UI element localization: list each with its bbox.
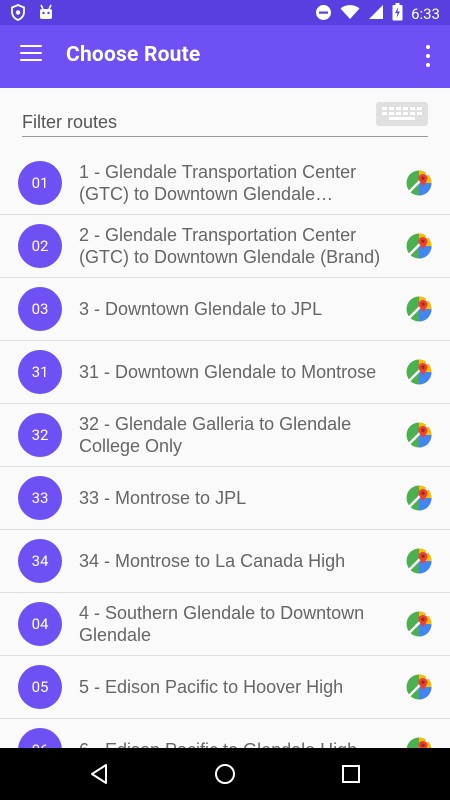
route-row[interactable]: 06 6 - Edison Pacific to Glendale High [0, 719, 450, 748]
google-maps-icon[interactable] [406, 548, 432, 574]
route-row[interactable]: 34 34 - Montrose to La Canada High [0, 530, 450, 593]
more-vert-icon[interactable] [424, 45, 432, 67]
route-label: 4 - Southern Glendale to Downtown Glenda… [79, 603, 365, 645]
wifi-icon [340, 4, 360, 24]
route-number-badge: 31 [18, 350, 62, 394]
google-maps-icon[interactable] [406, 674, 432, 700]
route-row[interactable]: 31 31 - Downtown Glendale to Montrose [0, 341, 450, 404]
status-time: 6:33 [411, 5, 440, 23]
route-label: 31 - Downtown Glendale to Montrose [79, 362, 377, 382]
filter-underline [22, 136, 428, 137]
route-number-badge: 04 [18, 602, 62, 646]
route-label: 5 - Edison Pacific to Hoover High [79, 677, 344, 697]
route-row[interactable]: 33 33 - Montrose to JPL [0, 467, 450, 530]
route-label: 2 - Glendale Transportation Center (GTC)… [79, 225, 381, 267]
route-number-badge: 06 [18, 728, 62, 748]
route-row[interactable]: 01 1 - Glendale Transportation Center (G… [0, 152, 450, 215]
route-label: 3 - Downtown Glendale to JPL [79, 299, 323, 319]
system-nav-bar [0, 748, 450, 800]
google-maps-icon[interactable] [406, 737, 432, 748]
route-list: 01 1 - Glendale Transportation Center (G… [0, 152, 450, 748]
recents-icon[interactable] [339, 762, 363, 786]
route-label: 6 - Edison Pacific to Glendale High [79, 739, 389, 748]
google-maps-icon[interactable] [406, 611, 432, 637]
route-label: 34 - Montrose to La Canada High [79, 551, 346, 571]
app-bar: Choose Route [0, 25, 450, 88]
google-maps-icon[interactable] [406, 296, 432, 322]
route-row[interactable]: 02 2 - Glendale Transportation Center (G… [0, 215, 450, 278]
google-maps-icon[interactable] [406, 422, 432, 448]
route-row[interactable]: 03 3 - Downtown Glendale to JPL [0, 278, 450, 341]
route-row[interactable]: 32 32 - Glendale Galleria to Glendale Co… [0, 404, 450, 467]
shield-notification-icon [10, 4, 26, 25]
google-maps-icon[interactable] [406, 233, 432, 259]
route-number-badge: 05 [18, 665, 62, 709]
google-maps-icon[interactable] [406, 485, 432, 511]
filter-routes-input[interactable] [22, 108, 372, 136]
route-number-badge: 33 [18, 476, 62, 520]
do-not-disturb-icon [315, 4, 332, 25]
android-notification-icon [38, 4, 54, 25]
keyboard-icon[interactable] [376, 102, 428, 126]
filter-bar [0, 88, 450, 152]
status-bar: 6:33 [0, 0, 450, 25]
google-maps-icon[interactable] [406, 170, 432, 196]
route-number-badge: 02 [18, 224, 62, 268]
battery-charging-icon [392, 3, 403, 25]
page-title: Choose Route [66, 43, 201, 67]
route-number-badge: 03 [18, 287, 62, 331]
google-maps-icon[interactable] [406, 359, 432, 385]
hamburger-menu-icon[interactable] [20, 45, 42, 63]
route-number-badge: 01 [18, 161, 62, 205]
route-number-badge: 34 [18, 539, 62, 583]
route-label: 32 - Glendale Galleria to Glendale Colle… [79, 414, 352, 456]
signal-icon [368, 4, 384, 24]
back-icon[interactable] [87, 762, 111, 786]
home-icon[interactable] [213, 762, 237, 786]
route-label: 1 - Glendale Transportation Center (GTC)… [79, 162, 357, 204]
route-label: 33 - Montrose to JPL [79, 488, 247, 508]
route-row[interactable]: 04 4 - Southern Glendale to Downtown Gle… [0, 593, 450, 656]
route-number-badge: 32 [18, 413, 62, 457]
route-row[interactable]: 05 5 - Edison Pacific to Hoover High [0, 656, 450, 719]
